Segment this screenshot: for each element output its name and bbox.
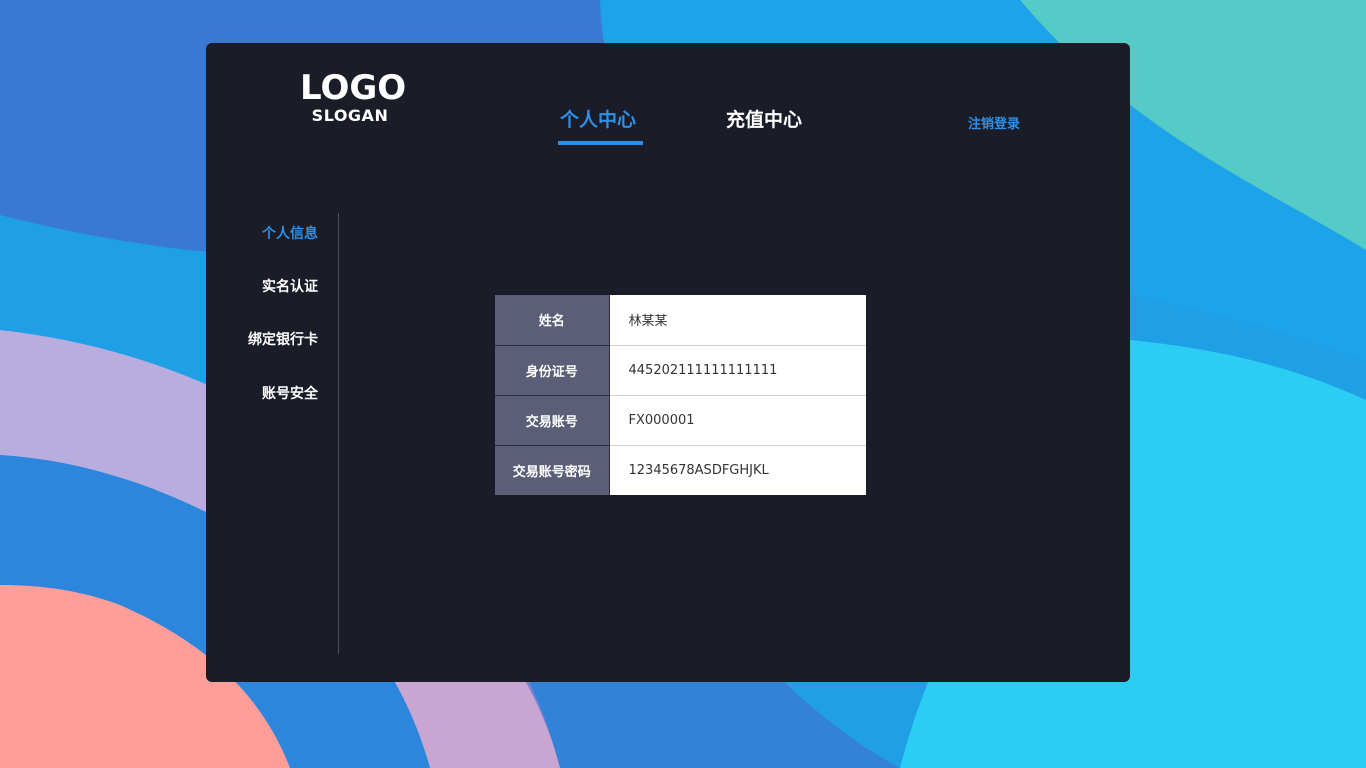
field-value-id-number: 445202111111111111 <box>609 345 866 396</box>
field-label-trading-password: 交易账号密码 <box>495 445 610 495</box>
field-value-name: 林某某 <box>609 295 866 346</box>
field-label-trading-account: 交易账号 <box>495 395 610 446</box>
personal-info-table: 姓名 林某某 身份证号 445202111111111111 交易账号 FX00… <box>495 295 866 495</box>
field-value-trading-account: FX000001 <box>609 395 866 446</box>
sidebar-item-bind-bank-card[interactable]: 绑定银行卡 <box>248 330 318 350</box>
table-row: 姓名 林某某 <box>495 295 866 346</box>
logout-link[interactable]: 注销登录 <box>968 116 1020 134</box>
table-row: 身份证号 445202111111111111 <box>495 345 866 396</box>
field-label-name: 姓名 <box>495 295 610 346</box>
table-row: 交易账号 FX000001 <box>495 395 866 446</box>
main-panel: LOGO SLOGAN 个人中心 充值中心 注销登录 个人信息 实名认证 绑定银… <box>206 43 1130 682</box>
sidebar-item-personal-info[interactable]: 个人信息 <box>262 224 318 244</box>
active-tab-underline <box>558 141 643 145</box>
logo-text: LOGO <box>300 68 407 108</box>
field-value-trading-password: 12345678ASDFGHJKL <box>609 445 866 495</box>
logo-slogan: SLOGAN <box>311 106 389 125</box>
sidebar-item-real-name-verification[interactable]: 实名认证 <box>262 277 318 297</box>
sidebar-item-account-security[interactable]: 账号安全 <box>262 384 318 404</box>
tab-personal-center[interactable]: 个人中心 <box>560 107 636 133</box>
sidebar-divider <box>338 213 339 654</box>
tab-recharge-center[interactable]: 充值中心 <box>726 107 802 133</box>
logo: LOGO SLOGAN <box>300 68 407 125</box>
table-row: 交易账号密码 12345678ASDFGHJKL <box>495 445 866 495</box>
field-label-id-number: 身份证号 <box>495 345 610 396</box>
